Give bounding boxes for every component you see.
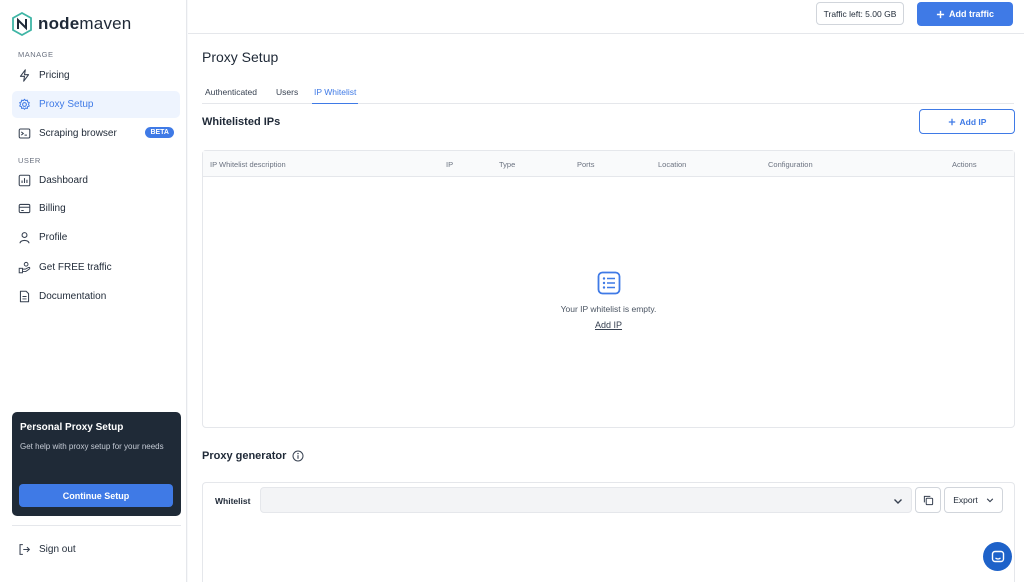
empty-state: Your IP whitelist is empty. Add IP <box>203 271 1014 333</box>
sidebar-item-label: Documentation <box>39 291 107 302</box>
whitelist-label: Whitelist <box>215 496 251 506</box>
nodemaven-logo-icon <box>12 12 32 36</box>
tab-users[interactable]: Users <box>276 80 298 104</box>
chat-support-button[interactable] <box>983 542 1012 571</box>
gift-icon <box>18 261 31 274</box>
tab-authenticated[interactable]: Authenticated <box>205 80 257 104</box>
list-icon <box>597 271 620 295</box>
whitelist-select[interactable] <box>260 487 912 513</box>
export-button[interactable]: Export <box>944 487 1003 513</box>
sidebar: nodemaven MANAGE Pricing Proxy Setup Scr… <box>0 0 187 582</box>
column-type: Type <box>499 160 516 169</box>
chevron-down-icon <box>986 498 993 503</box>
column-configuration: Configuration <box>768 160 813 169</box>
sidebar-item-label: Dashboard <box>39 175 88 186</box>
logo[interactable]: nodemaven <box>12 12 131 36</box>
copy-icon <box>923 495 933 505</box>
terminal-icon <box>18 128 31 139</box>
add-traffic-label: Add traffic <box>949 9 994 19</box>
add-ip-button[interactable]: Add IP <box>919 109 1015 134</box>
document-icon <box>19 290 30 303</box>
tab-bar: Authenticated Users IP Whitelist <box>202 80 1014 104</box>
sidebar-item-label: Proxy Setup <box>39 99 94 110</box>
add-ip-label: Add IP <box>959 116 987 127</box>
brand-rest: maven <box>79 14 132 33</box>
sidebar-item-pricing[interactable]: Pricing <box>12 62 180 89</box>
personal-setup-promo: Personal Proxy Setup Get help with proxy… <box>12 412 181 516</box>
sidebar-divider <box>12 525 181 526</box>
empty-message: Your IP whitelist is empty. <box>560 304 657 314</box>
traffic-left-badge: Traffic left: 5.00 GB <box>816 2 904 25</box>
continue-setup-button[interactable]: Continue Setup <box>19 484 173 507</box>
chevron-down-icon <box>894 499 902 504</box>
sidebar-item-label: Get FREE traffic <box>39 262 112 273</box>
sidebar-item-label: Scraping browser <box>39 128 117 139</box>
proxy-generator-header: Proxy generator <box>202 450 304 462</box>
sidebar-item-proxy-setup[interactable]: Proxy Setup <box>12 91 180 118</box>
top-bar: Traffic left: 5.00 GB Add traffic <box>188 0 1024 34</box>
proxy-generator-panel: Whitelist Export <box>202 482 1015 582</box>
sign-out-button[interactable]: Sign out <box>12 536 180 563</box>
promo-title: Personal Proxy Setup <box>20 422 124 433</box>
whitelisted-ips-title: Whitelisted IPs <box>202 116 281 128</box>
add-traffic-button[interactable]: Add traffic <box>917 2 1013 26</box>
manage-section-label: MANAGE <box>18 50 54 59</box>
sidebar-item-billing[interactable]: Billing <box>12 195 180 222</box>
sidebar-item-free-traffic[interactable]: Get FREE traffic <box>12 254 180 281</box>
column-ip: IP <box>446 160 454 169</box>
sidebar-item-label: Profile <box>39 232 68 243</box>
user-icon <box>19 232 30 244</box>
sidebar-item-dashboard[interactable]: Dashboard <box>12 167 180 194</box>
column-location: Location <box>658 160 687 169</box>
export-label: Export <box>953 495 978 505</box>
info-icon[interactable] <box>292 450 304 462</box>
empty-add-ip-link[interactable]: Add IP <box>595 320 622 330</box>
user-section-label: USER <box>18 156 41 165</box>
promo-text: Get help with proxy setup for your needs <box>20 442 164 451</box>
sidebar-item-profile[interactable]: Profile <box>12 224 180 251</box>
column-ports: Ports <box>577 160 595 169</box>
main-content: Proxy Setup Authenticated Users IP White… <box>188 34 1024 582</box>
chart-icon <box>18 174 31 187</box>
proxy-generator-title: Proxy generator <box>202 450 287 462</box>
gear-icon <box>19 98 30 110</box>
sidebar-item-scraping-browser[interactable]: Scraping browser BETA <box>12 120 180 147</box>
table-header: IP Whitelist description IP Type Ports L… <box>203 151 1014 177</box>
ip-whitelist-table: IP Whitelist description IP Type Ports L… <box>202 150 1015 428</box>
beta-badge: BETA <box>145 127 174 138</box>
plus-icon <box>936 10 945 18</box>
sidebar-item-documentation[interactable]: Documentation <box>12 283 180 310</box>
copy-button[interactable] <box>915 487 941 513</box>
sidebar-item-label: Pricing <box>39 70 70 81</box>
tab-ip-whitelist[interactable]: IP Whitelist <box>312 80 359 104</box>
card-icon <box>18 203 31 214</box>
sidebar-item-label: Billing <box>39 203 66 214</box>
sign-out-icon <box>19 544 31 555</box>
plus-icon <box>948 118 955 125</box>
page-title: Proxy Setup <box>202 49 279 65</box>
brand-bold: node <box>38 14 80 33</box>
bolt-icon <box>19 69 30 82</box>
sign-out-label: Sign out <box>39 544 76 555</box>
column-actions: Actions <box>952 160 977 169</box>
column-description: IP Whitelist description <box>210 160 286 169</box>
chat-icon <box>991 550 1004 562</box>
